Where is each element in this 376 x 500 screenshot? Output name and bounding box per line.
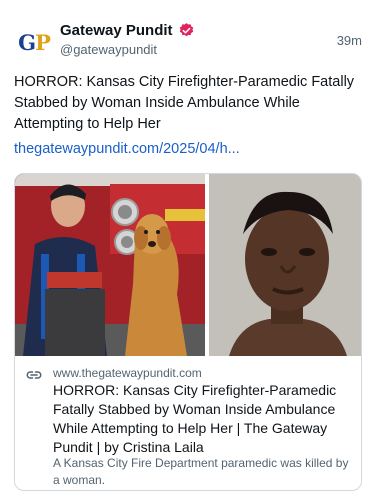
card-domain: www.thegatewaypundit.com — [53, 366, 202, 380]
verified-badge-icon — [179, 23, 193, 37]
avatar-logo: GP — [18, 29, 51, 55]
post-link[interactable]: thegatewaypundit.com/2025/04/h... — [14, 141, 240, 157]
card-title[interactable]: HORROR: Kansas City Firefighter-Paramedi… — [53, 381, 353, 457]
timestamp[interactable]: 39m — [337, 33, 362, 48]
display-name[interactable]: Gateway Pundit — [60, 22, 173, 39]
link-preview-card[interactable]: www.thegatewaypundit.com HORROR: Kansas … — [14, 173, 362, 491]
firefighter-photo-illustration — [15, 174, 205, 356]
card-description: A Kansas City Fire Department paramedic … — [53, 456, 349, 487]
firefighter-with-dog-photo — [15, 174, 205, 356]
card-media[interactable] — [15, 174, 361, 356]
name-row: Gateway Pundit — [60, 22, 195, 39]
mugshot-illustration — [209, 174, 361, 356]
handle[interactable]: @gatewaypundit — [60, 42, 157, 57]
post-text: HORROR: Kansas City Firefighter-Paramedi… — [14, 74, 355, 132]
mugshot-photo — [209, 174, 361, 356]
link-icon — [26, 371, 42, 379]
avatar[interactable]: GP — [14, 22, 54, 62]
card-info[interactable]: www.thegatewaypundit.com HORROR: Kansas … — [15, 356, 361, 487]
post: GP Gateway Pundit @gatewaypundit 39m HOR… — [0, 0, 376, 500]
